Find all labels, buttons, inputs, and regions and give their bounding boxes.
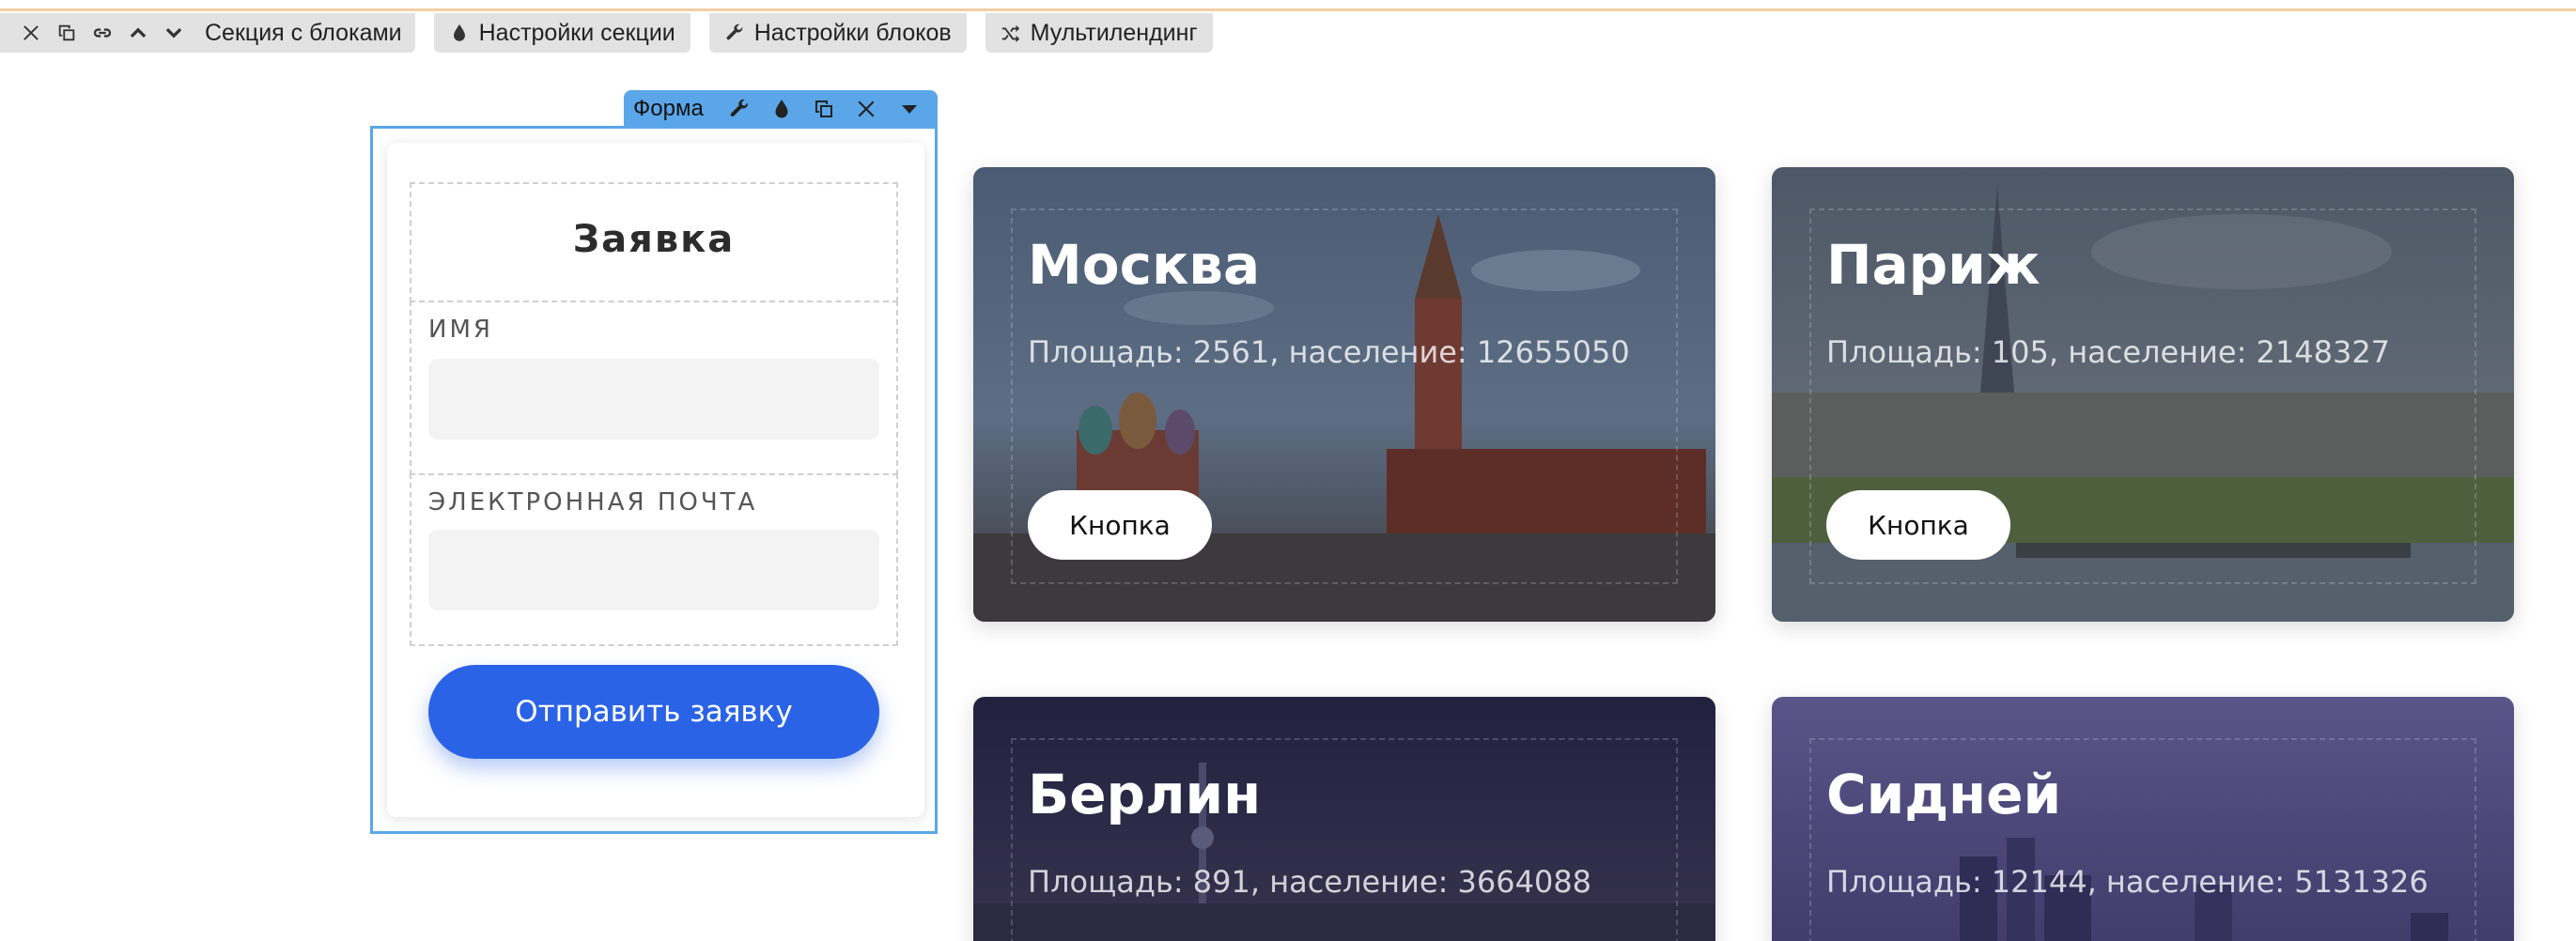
section-settings-label: Настройки секции bbox=[478, 19, 675, 46]
city-card-moscow: Москва Площадь: 2561, население: 1265505… bbox=[973, 167, 1715, 622]
section-settings-button[interactable]: Настройки секции bbox=[433, 13, 691, 53]
form-block-toolbar: Форма bbox=[624, 90, 938, 128]
card-button[interactable]: Кнопка bbox=[1826, 490, 2010, 560]
card-title: Сидней bbox=[1826, 763, 2062, 826]
wrench-icon[interactable] bbox=[721, 91, 759, 127]
close-icon[interactable] bbox=[847, 91, 886, 127]
card-subtitle: Площадь: 2561, население: 12655050 bbox=[1028, 334, 1630, 370]
city-card-paris: Париж Площадь: 105, население: 2148327 К… bbox=[1772, 167, 2514, 622]
city-card-sydney: Сидней Площадь: 12144, население: 513132… bbox=[1772, 697, 2514, 941]
copy-icon[interactable] bbox=[49, 15, 85, 51]
form-toolbar-label: Форма bbox=[633, 96, 704, 121]
card-button[interactable]: Кнопка bbox=[1028, 490, 1212, 560]
submit-button[interactable]: Отправить заявку bbox=[428, 665, 879, 759]
name-input[interactable] bbox=[428, 359, 879, 440]
link-icon[interactable] bbox=[85, 15, 120, 51]
chevron-down-icon[interactable] bbox=[156, 15, 192, 51]
city-card-berlin: Берлин Площадь: 891, население: 3664088 bbox=[973, 697, 1715, 941]
close-icon[interactable] bbox=[13, 15, 49, 51]
top-accent-line bbox=[0, 0, 2576, 11]
wrench-icon bbox=[726, 23, 742, 40]
section-label: Секция с блоками bbox=[205, 19, 402, 46]
email-input[interactable] bbox=[428, 530, 879, 610]
section-actions: Секция с блоками bbox=[0, 13, 415, 53]
caret-down-icon[interactable] bbox=[890, 91, 928, 127]
multilanding-button[interactable]: Мультилендинг bbox=[985, 13, 1213, 53]
card-subtitle: Площадь: 12144, население: 5131326 bbox=[1826, 864, 2429, 900]
drop-icon bbox=[453, 23, 465, 41]
block-settings-label: Настройки блоков bbox=[753, 19, 952, 46]
card-subtitle: Площадь: 891, население: 3664088 bbox=[1028, 864, 1592, 900]
card-title: Берлин bbox=[1028, 763, 1262, 826]
card-title: Москва bbox=[1028, 233, 1261, 297]
copy-icon[interactable] bbox=[805, 91, 844, 127]
section-toolbar: Секция с блоками Настройки секции Настро… bbox=[0, 13, 1213, 56]
form-title: Заявка bbox=[572, 218, 736, 261]
drop-icon[interactable] bbox=[763, 91, 801, 127]
card-title: Париж bbox=[1826, 233, 2041, 297]
name-field-label: ИМЯ bbox=[428, 316, 493, 344]
chevron-up-icon[interactable] bbox=[120, 15, 156, 51]
multilanding-label: Мультилендинг bbox=[1030, 19, 1198, 46]
email-field-label: ЭЛЕКТРОННАЯ ПОЧТА bbox=[428, 488, 758, 517]
shuffle-icon bbox=[1001, 24, 1019, 43]
block-settings-button[interactable]: Настройки блоков bbox=[708, 13, 967, 53]
card-subtitle: Площадь: 105, население: 2148327 bbox=[1826, 334, 2391, 370]
